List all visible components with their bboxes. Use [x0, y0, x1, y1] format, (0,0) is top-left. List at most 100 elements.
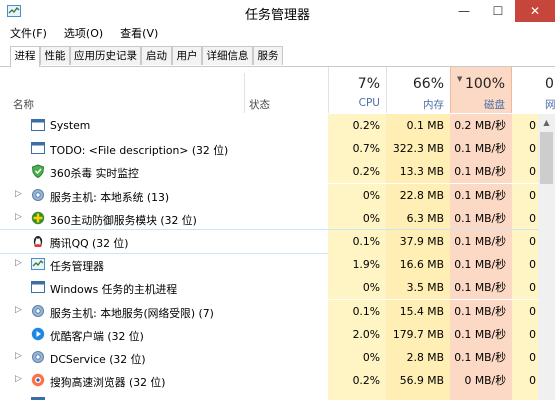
gear-icon	[32, 188, 44, 201]
tab-startup[interactable]: 启动	[141, 46, 172, 65]
process-name: 搜狗高速浏览器 (32 位)	[50, 376, 166, 390]
cpu-total: 7%	[357, 76, 380, 92]
process-row[interactable]: TODO: <File description> (32 位) 0.7% 322.3…	[0, 137, 555, 161]
process-row[interactable]: 优酷客户端 (32 位) 2.0% 179.7 MB 0.1 MB/秒 0	[0, 322, 555, 346]
disk-value: 0.1 MB/秒	[450, 253, 512, 277]
expand-arrow-icon[interactable]: ▷	[15, 305, 22, 315]
process-row[interactable]: ▷ 任务管理器 1.9% 16.6 MB 0.1 MB/秒 0	[0, 253, 555, 277]
cpu-value: 1.9%	[328, 253, 386, 277]
expand-arrow-icon[interactable]: ▷	[15, 212, 22, 222]
cpu-value: 0.2%	[328, 160, 386, 184]
network-total: 0	[545, 76, 554, 92]
process-row[interactable]	[0, 392, 555, 400]
cpu-value: 0.2%	[328, 369, 386, 393]
memory-value: 22.8 MB	[386, 183, 450, 207]
cpu-value: 2.0%	[328, 322, 386, 346]
shield-plus-icon	[31, 211, 45, 224]
process-name: TODO: <File description> (32 位)	[50, 144, 229, 158]
tab-users[interactable]: 用户	[172, 46, 202, 65]
col-name-header[interactable]: 名称	[13, 97, 34, 112]
process-row[interactable]: ▷ 服务主机: 本地系统 (13) 0% 22.8 MB 0.1 MB/秒 0	[0, 183, 555, 207]
window-icon	[31, 142, 45, 155]
window-icon	[31, 397, 45, 400]
gear-icon	[32, 351, 44, 363]
process-row[interactable]: ▷ 搜狗高速浏览器 (32 位) 0.2% 56.9 MB 0 MB/秒 0	[0, 369, 555, 393]
cpu-value: 0%	[328, 346, 386, 369]
column-headers: 名称 状态 7% CPU 66% 内存 ▼ 100% 磁盘 0 网	[0, 67, 555, 113]
disk-value: 0.1 MB/秒	[450, 346, 512, 369]
process-row[interactable]: 腾讯QQ (32 位) 0.1% 37.9 MB 0.1 MB/秒 0	[0, 228, 555, 255]
minimize-button[interactable]: —	[447, 0, 481, 22]
expand-arrow-icon[interactable]: ▷	[15, 258, 22, 268]
tab-details[interactable]: 详细信息	[202, 46, 253, 65]
menu-view[interactable]: 查看(V)	[110, 25, 165, 43]
scroll-thumb[interactable]	[540, 132, 553, 184]
maximize-button[interactable]: ☐	[481, 0, 515, 22]
tab-processes[interactable]: 进程	[10, 46, 40, 67]
disk-value: 0.1 MB/秒	[450, 276, 512, 300]
process-name: 360杀毒 实时监控	[50, 167, 139, 181]
close-button[interactable]: ✕	[515, 0, 555, 22]
expand-arrow-icon[interactable]: ▷	[15, 351, 22, 361]
sort-arrow-icon: ▼	[457, 75, 463, 83]
memory-value: 3.5 MB	[386, 276, 450, 300]
disk-value: 0.1 MB/秒	[450, 230, 512, 253]
scroll-up-icon[interactable]: ▲	[538, 114, 555, 131]
process-row[interactable]: System 0.2% 0.1 MB 0.2 MB/秒 0	[0, 114, 555, 137]
disk-value: 0 MB/秒	[450, 369, 512, 393]
disk-value: 0.1 MB/秒	[450, 206, 512, 230]
expand-arrow-icon[interactable]: ▷	[15, 189, 22, 199]
cpu-value: 0.2%	[328, 114, 386, 137]
shield-icon	[31, 164, 45, 179]
memory-value: 179.7 MB	[386, 322, 450, 346]
process-row[interactable]: 360杀毒 实时监控 0.2% 13.3 MB 0.1 MB/秒 0	[0, 160, 555, 184]
process-row[interactable]: ▷ 360主动防御服务模块 (32 位) 0% 6.3 MB 0.1 MB/秒 0	[0, 206, 555, 230]
disk-value: 0.1 MB/秒	[450, 322, 512, 346]
col-memory-header[interactable]: 66% 内存	[386, 67, 450, 113]
tab-app-history[interactable]: 应用历史记录	[70, 46, 141, 65]
memory-value: 16.6 MB	[386, 253, 450, 277]
vertical-scrollbar[interactable]: ▲	[538, 114, 555, 400]
network-label[interactable]: 网	[545, 97, 555, 112]
memory-value: 15.4 MB	[386, 299, 450, 323]
youku-icon	[31, 327, 45, 340]
process-name: 服务主机: 本地服务(网络受限) (7)	[50, 306, 214, 320]
disk-value: 0.2 MB/秒	[450, 114, 512, 137]
browser-icon	[31, 373, 45, 387]
disk-label: 磁盘	[484, 99, 505, 111]
process-name: 优酷客户端 (32 位)	[50, 329, 144, 343]
title-bar: 任务管理器 — ☐ ✕	[0, 0, 555, 24]
expand-arrow-icon[interactable]: ▷	[15, 374, 22, 384]
process-row[interactable]: ▷ 服务主机: 本地服务(网络受限) (7) 0.1% 15.4 MB 0.1 MB/秒…	[0, 299, 555, 323]
menu-bar: 文件(F) 选项(O) 查看(V)	[0, 25, 165, 43]
memory-value: 6.3 MB	[386, 206, 450, 230]
disk-value: 0.1 MB/秒	[450, 183, 512, 207]
col-status-header[interactable]: 状态	[249, 97, 270, 112]
cpu-value: 0%	[328, 183, 386, 207]
memory-value: 13.3 MB	[386, 160, 450, 184]
col-disk-header[interactable]: ▼ 100% 磁盘	[450, 67, 512, 113]
cpu-value: 0.1%	[328, 230, 386, 253]
memory-value: 56.9 MB	[386, 369, 450, 393]
memory-value: 322.3 MB	[386, 137, 450, 161]
memory-value: 37.9 MB	[386, 230, 450, 253]
tab-services[interactable]: 服务	[253, 46, 283, 65]
col-cpu-header[interactable]: 7% CPU	[328, 67, 386, 113]
window-icon	[31, 281, 45, 294]
window-icon	[31, 119, 45, 131]
memory-value: 2.8 MB	[386, 346, 450, 369]
process-name: Windows 任务的主机进程	[50, 283, 178, 297]
taskmgr-icon	[31, 258, 45, 271]
cpu-value	[328, 392, 386, 400]
menu-options[interactable]: 选项(O)	[54, 25, 110, 43]
menu-file[interactable]: 文件(F)	[0, 25, 54, 43]
cpu-value: 0%	[328, 276, 386, 300]
tab-bar: 进程 性能 应用历史记录 启动 用户 详细信息 服务	[0, 46, 555, 67]
disk-value: 0.1 MB/秒	[450, 137, 512, 161]
process-row[interactable]: ▷ DCService (32 位) 0% 2.8 MB 0.1 MB/秒 0	[0, 346, 555, 369]
process-row[interactable]: Windows 任务的主机进程 0% 3.5 MB 0.1 MB/秒 0	[0, 276, 555, 300]
cpu-value: 0%	[328, 206, 386, 230]
column-divider[interactable]	[244, 73, 245, 113]
tab-performance[interactable]: 性能	[40, 46, 70, 65]
gear-icon	[32, 304, 44, 317]
